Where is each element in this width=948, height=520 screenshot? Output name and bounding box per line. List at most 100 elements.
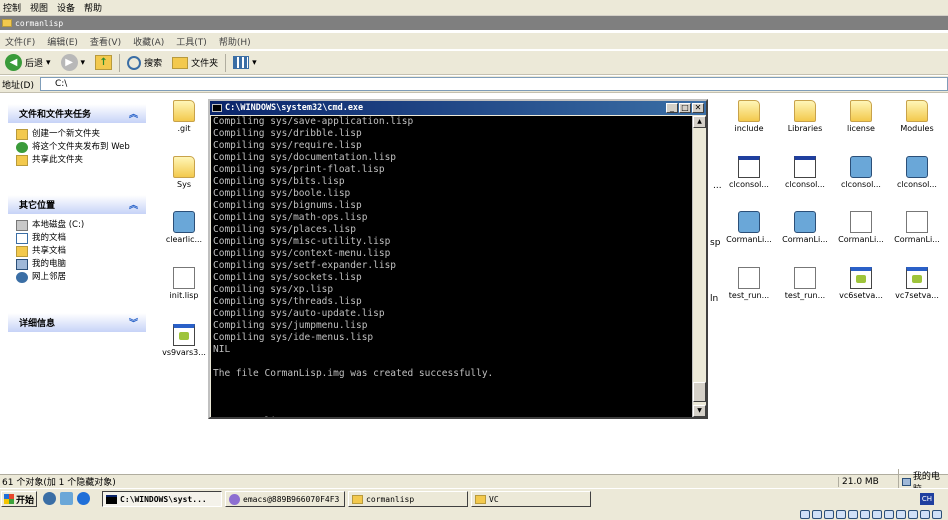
file-tasks-body: 创建一个新文件夹 将这个文件夹发布到 Web 共享此文件夹 [8, 123, 146, 174]
other-places-header[interactable]: 其它位置 ︽ [8, 195, 146, 214]
file-item[interactable]: Libraries [777, 100, 833, 133]
task-publish-web-label: 将这个文件夹发布到 Web [32, 142, 130, 152]
menu-view[interactable]: 查看(V) [90, 35, 121, 48]
explorer-title-bar[interactable]: cormanlisp [0, 16, 948, 30]
taskbar-item-vc[interactable]: VC [471, 491, 591, 507]
close-button[interactable]: ✕ [692, 103, 704, 113]
tray-icon[interactable] [872, 510, 882, 519]
file-item[interactable]: vs9vars3... [156, 324, 212, 357]
up-folder-button[interactable]: ↑ [92, 53, 115, 73]
place-my-documents[interactable]: 我的文档 [16, 233, 140, 244]
tray-icon[interactable] [920, 510, 930, 519]
task-share-folder[interactable]: 共享此文件夹 [16, 155, 140, 166]
computer-icon [16, 259, 28, 270]
top-menu-help[interactable]: 帮助 [84, 1, 102, 14]
tray-icon[interactable] [812, 510, 822, 519]
collapse-icon[interactable]: ︽ [129, 198, 138, 211]
minimize-button[interactable]: _ [666, 103, 678, 113]
menu-edit[interactable]: 编辑(E) [47, 35, 78, 48]
details-header[interactable]: 详细信息 ︾ [8, 313, 146, 332]
file-name: CormanLi... [838, 235, 884, 244]
console-line: C:\cormanlisp> [213, 416, 692, 417]
file-item[interactable]: init.lisp [156, 267, 212, 300]
taskbar-item-emacs[interactable]: emacs@889B966070F4F3 [225, 491, 345, 507]
menu-file[interactable]: 文件(F) [5, 35, 35, 48]
file-item[interactable]: .git [156, 100, 212, 133]
place-local-disk[interactable]: 本地磁盘 (C:) [16, 220, 140, 231]
menu-favorites[interactable]: 收藏(A) [133, 35, 164, 48]
task-publish-web[interactable]: 将这个文件夹发布到 Web [16, 142, 140, 153]
place-my-computer[interactable]: 我的电脑 [16, 259, 140, 270]
file-item[interactable]: vc6setva... [833, 267, 889, 300]
taskbar-item-cormanlisp[interactable]: cormanlisp [348, 491, 468, 507]
tray-icon[interactable] [932, 510, 942, 519]
top-menu-devices[interactable]: 设备 [57, 1, 75, 14]
file-item[interactable]: clconsol... [777, 156, 833, 189]
menu-help[interactable]: 帮助(H) [219, 35, 251, 48]
cmd-window[interactable]: C:\WINDOWS\system32\cmd.exe _ □ ✕ Compil… [208, 99, 708, 419]
file-item[interactable]: CormanLi... [721, 211, 777, 244]
toolbar-separator [225, 53, 227, 72]
task-new-folder[interactable]: 创建一个新文件夹 [16, 129, 140, 140]
other-places-title: 其它位置 [19, 201, 56, 211]
back-button[interactable]: ◀ 后退 ▾ [2, 53, 54, 73]
views-button[interactable]: ▾ [230, 53, 260, 73]
tray-icon[interactable] [860, 510, 870, 519]
desktop-quick-launch-icon[interactable] [60, 492, 73, 505]
scroll-up-arrow-icon[interactable]: ▲ [693, 116, 706, 128]
file-item[interactable]: vc7setva... [889, 267, 945, 300]
file-item[interactable]: CormanLi... [833, 211, 889, 244]
file-item[interactable]: Sys [156, 156, 212, 189]
collapse-icon[interactable]: ︽ [129, 107, 138, 120]
file-item[interactable]: include [721, 100, 777, 133]
media-quick-launch-icon[interactable] [77, 492, 90, 505]
explorer-toolbar: ◀ 后退 ▾ ▶ ▾ ↑ 搜索 文件夹 ▾ [0, 50, 948, 75]
place-shared-documents[interactable]: 共享文档 [16, 246, 140, 257]
status-bar: 61 个对象(加 1 个隐藏对象) 21.0 MB 我的电脑 [0, 468, 948, 495]
file-item[interactable]: test_run... [721, 267, 777, 300]
file-item[interactable]: clconsol... [833, 156, 889, 189]
search-button[interactable]: 搜索 [124, 53, 165, 73]
file-item[interactable]: test_run... [777, 267, 833, 300]
file-item[interactable]: clconsol... [889, 156, 945, 189]
file-item[interactable]: Modules [889, 100, 945, 133]
address-input[interactable]: C:\ [39, 77, 948, 91]
expand-icon[interactable]: ︾ [129, 316, 138, 329]
menu-tools[interactable]: 工具(T) [176, 35, 207, 48]
taskbar-item-cmd[interactable]: C:\WINDOWS\syst... [102, 491, 222, 507]
ie-quick-launch-icon[interactable] [43, 492, 56, 505]
place-my-documents-label: 我的文档 [32, 233, 67, 243]
ime-indicator[interactable]: CH [920, 493, 934, 505]
text-file-icon [906, 211, 928, 233]
tray-icon[interactable] [824, 510, 834, 519]
forward-button[interactable]: ▶ ▾ [58, 53, 89, 73]
maximize-button[interactable]: □ [679, 103, 691, 113]
cmd-scrollbar[interactable]: ▲ ▼ [692, 116, 706, 417]
file-item[interactable]: CormanLi... [777, 211, 833, 244]
scroll-thumb[interactable] [693, 382, 706, 402]
cmd-title-bar[interactable]: C:\WINDOWS\system32\cmd.exe _ □ ✕ [210, 101, 706, 115]
start-button[interactable]: 开始 [1, 491, 37, 507]
tray-icon[interactable] [896, 510, 906, 519]
folders-button[interactable]: 文件夹 [169, 53, 221, 73]
taskbar-item-label: C:\WINDOWS\syst... [120, 494, 207, 504]
folder-icon [352, 494, 363, 504]
tray-icon[interactable] [848, 510, 858, 519]
top-menu-control[interactable]: 控制 [3, 1, 21, 14]
file-item[interactable]: clconsol... [721, 156, 777, 189]
tray-icon[interactable] [836, 510, 846, 519]
package-icon [738, 211, 760, 233]
search-icon [127, 55, 142, 70]
scroll-down-arrow-icon[interactable]: ▼ [693, 405, 706, 417]
tray-icon[interactable] [908, 510, 918, 519]
file-item[interactable]: CormanLi... [889, 211, 945, 244]
tray-icon[interactable] [884, 510, 894, 519]
file-item[interactable]: clearlic... [156, 211, 212, 244]
tray-icon[interactable] [800, 510, 810, 519]
file-item[interactable]: license [833, 100, 889, 133]
top-menu-view[interactable]: 视图 [30, 1, 48, 14]
cmd-output[interactable]: Compiling sys/save-application.lisp Compi… [211, 116, 692, 417]
place-network[interactable]: 网上邻居 [16, 272, 140, 283]
file-tasks-header[interactable]: 文件和文件夹任务 ︽ [8, 104, 146, 123]
